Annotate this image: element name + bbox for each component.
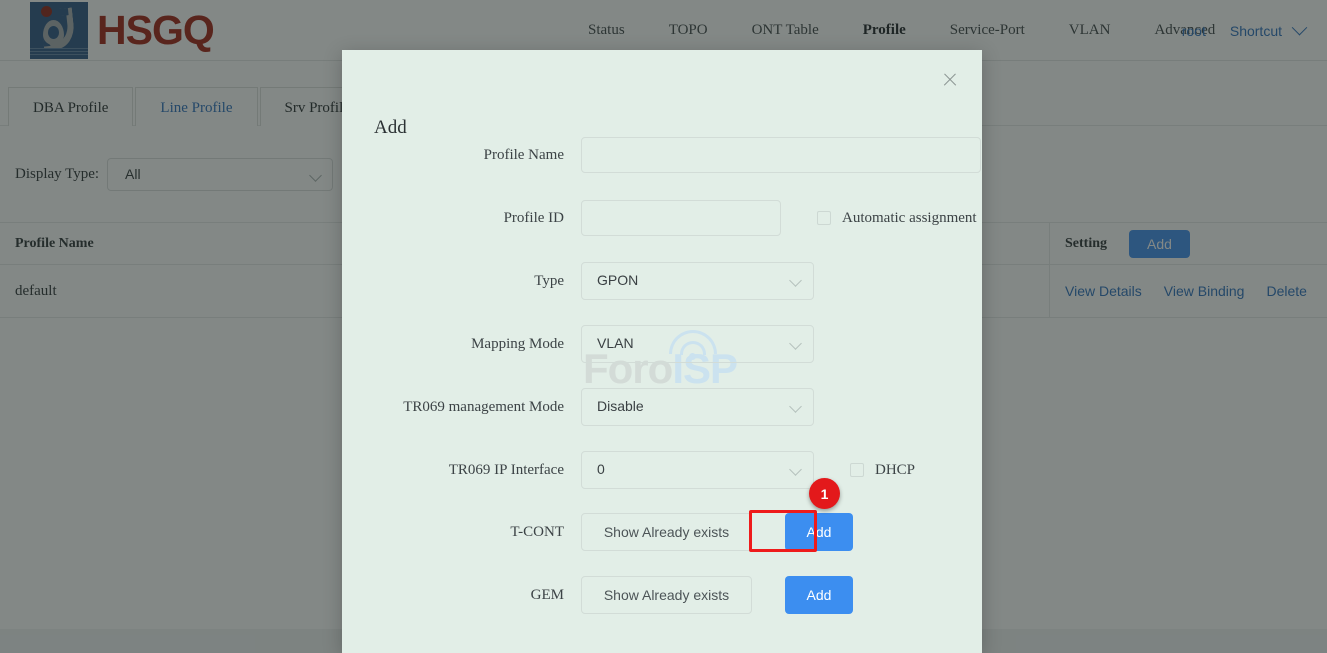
mapping-mode-select[interactable]: VLAN bbox=[581, 325, 814, 363]
label-tr069-management-mode: TR069 management Mode bbox=[403, 398, 564, 415]
tr069-ip-interface-value: 0 bbox=[597, 461, 605, 477]
field-tr069-management-mode-row: TR069 management Mode Disable bbox=[342, 387, 982, 427]
field-tr069-ip-interface-row: TR069 IP Interface 0 DHCP bbox=[342, 450, 982, 490]
tcont-show-existing-button[interactable]: Show Already exists bbox=[581, 513, 752, 551]
profile-name-input[interactable] bbox=[581, 137, 981, 173]
label-tcont: T-CONT bbox=[510, 523, 564, 540]
checkbox-box-icon bbox=[850, 463, 864, 477]
label-gem: GEM bbox=[530, 586, 564, 603]
chevron-down-icon bbox=[789, 274, 802, 287]
field-profile-id-row: Profile ID Automatic assignment bbox=[342, 198, 982, 238]
label-mapping-mode: Mapping Mode bbox=[471, 335, 564, 352]
field-mapping-mode-row: Mapping Mode VLAN bbox=[342, 324, 982, 364]
label-type: Type bbox=[534, 272, 564, 289]
tr069-ip-interface-select[interactable]: 0 bbox=[581, 451, 814, 489]
close-icon[interactable] bbox=[938, 68, 962, 92]
chevron-down-icon bbox=[789, 463, 802, 476]
field-gem-row: GEM Show Already exists Add bbox=[342, 575, 982, 615]
tr069-management-mode-select[interactable]: Disable bbox=[581, 388, 814, 426]
label-profile-name: Profile Name bbox=[483, 146, 564, 163]
mapping-mode-value: VLAN bbox=[597, 335, 634, 351]
add-line-profile-dialog: Add ForoISP Profile Name Profile ID Auto… bbox=[342, 50, 982, 653]
label-dhcp: DHCP bbox=[875, 461, 916, 478]
field-tcont-row: T-CONT Show Already exists Add bbox=[342, 512, 982, 552]
checkbox-box-icon bbox=[817, 211, 831, 225]
tcont-add-button[interactable]: Add bbox=[785, 513, 853, 551]
tr069-management-mode-value: Disable bbox=[597, 398, 644, 414]
type-select[interactable]: GPON bbox=[581, 262, 814, 300]
gem-add-button[interactable]: Add bbox=[785, 576, 853, 614]
field-profile-name-row: Profile Name bbox=[342, 135, 982, 175]
field-type-row: Type GPON bbox=[342, 261, 982, 301]
step-badge-1: 1 bbox=[809, 478, 840, 509]
label-automatic-assignment: Automatic assignment bbox=[842, 209, 977, 226]
automatic-assignment-checkbox[interactable]: Automatic assignment bbox=[817, 210, 977, 227]
chevron-down-icon bbox=[789, 337, 802, 350]
label-tr069-ip-interface: TR069 IP Interface bbox=[448, 461, 564, 478]
type-value: GPON bbox=[597, 272, 639, 288]
dhcp-checkbox[interactable]: DHCP bbox=[850, 462, 915, 479]
label-profile-id: Profile ID bbox=[503, 209, 564, 226]
chevron-down-icon bbox=[789, 400, 802, 413]
profile-id-input[interactable] bbox=[581, 200, 781, 236]
gem-show-existing-button[interactable]: Show Already exists bbox=[581, 576, 752, 614]
